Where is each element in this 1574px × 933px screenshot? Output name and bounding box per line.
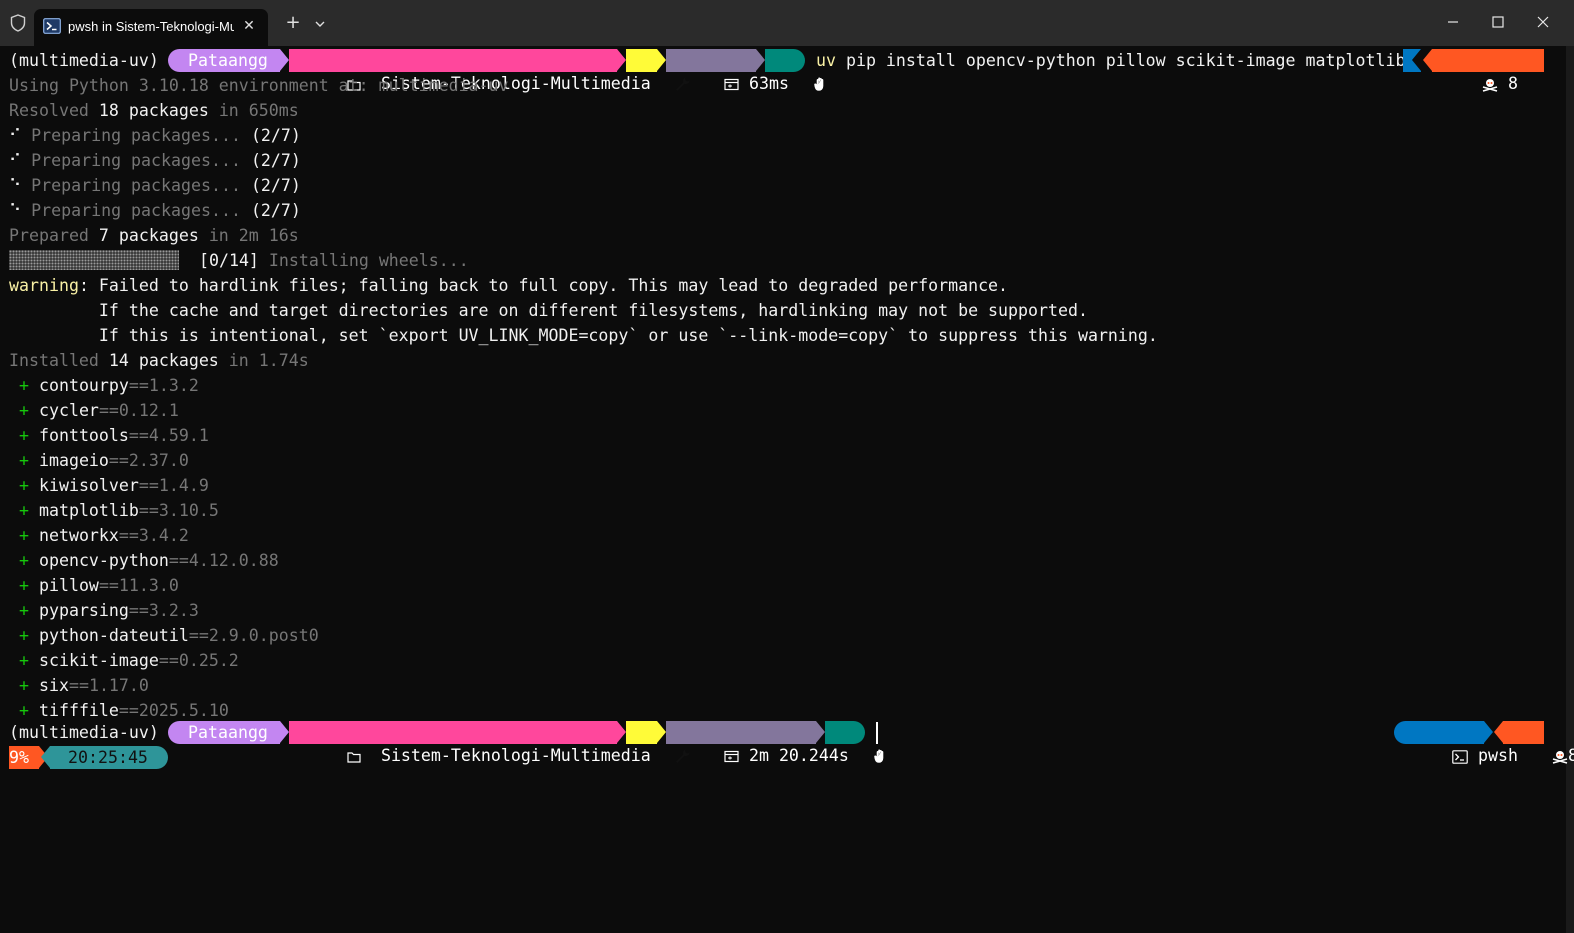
- duration-segment: 2m 20.244s: [666, 721, 849, 765]
- command-args: pip install opencv-python pillow scikit-…: [835, 51, 1406, 70]
- command-line[interactable]: uv pip install opencv-python pillow scik…: [816, 48, 1405, 73]
- skull-icon: [1482, 74, 1498, 93]
- minimize-icon[interactable]: [1439, 10, 1467, 34]
- folder-label: Sistem-Teknologi-Multimedia: [380, 746, 651, 765]
- package-row: + cycler==0.12.1: [9, 401, 179, 420]
- package-row: + matplotlib==3.10.5: [9, 501, 219, 520]
- right-prompt-2: pwsh 8: [1394, 720, 1574, 765]
- error-count: 8: [1507, 74, 1518, 93]
- hand-icon: [814, 74, 828, 93]
- timer-icon: [724, 746, 739, 765]
- spinner-icon: ⠑: [9, 176, 22, 195]
- folder-segment: Sistem-Teknologi-Multimedia: [289, 721, 651, 765]
- warning-label: warning: [9, 276, 79, 295]
- new-tab-button[interactable]: +: [283, 13, 303, 33]
- progress-bar: [9, 250, 179, 270]
- skull-icon: [1552, 746, 1568, 765]
- error-count: 8: [1567, 746, 1574, 765]
- spinner-icon: ⠊: [9, 151, 22, 170]
- time-segment: 20:25:45: [50, 746, 168, 769]
- tab-pwsh[interactable]: pwsh in Sistem-Teknologi-Mu ✕: [34, 9, 268, 46]
- installed-line: Installed 14 packages in 1.74s: [9, 351, 309, 370]
- using-python-line: Using Python 3.10.18 environment at: mul…: [9, 76, 509, 95]
- package-row: + six==1.17.0: [9, 676, 149, 695]
- status-segment: [825, 721, 884, 763]
- battery-segment: 9%: [9, 746, 39, 769]
- user-segment: Pataangg: [168, 49, 280, 72]
- package-row: + opencv-python==4.12.0.88: [9, 551, 279, 570]
- package-row: + python-dateutil==2.9.0.post0: [9, 626, 319, 645]
- shield-icon[interactable]: [8, 13, 28, 33]
- text-cursor: [876, 722, 878, 744]
- package-row: + scikit-image==0.25.2: [9, 651, 239, 670]
- error-segment: 8: [1432, 49, 1544, 93]
- package-row: + fonttools==4.59.1: [9, 426, 209, 445]
- prompt-powerline: Pataangg Sistem-Teknologi-Multimedia 2m …: [168, 720, 884, 765]
- folder-icon: [347, 746, 361, 765]
- scrollbar[interactable]: [1566, 46, 1574, 933]
- title-bar: pwsh in Sistem-Teknologi-Mu ✕ +: [0, 0, 1574, 46]
- warning-line: warning: Failed to hardlink files; falli…: [9, 276, 1009, 295]
- maximize-icon[interactable]: [1484, 10, 1512, 34]
- installing-wheels-line: [0/14] Installing wheels...: [9, 248, 469, 273]
- duration-segment: 63ms: [666, 49, 789, 93]
- git-segment: [626, 49, 690, 91]
- spinner-icon: ⠑: [9, 201, 22, 220]
- tab-title: pwsh in Sistem-Teknologi-Mu: [68, 19, 234, 34]
- hand-icon: [874, 746, 888, 765]
- preparing-line: ⠑ Preparing packages... (2/7): [9, 201, 301, 220]
- status-segment: [765, 49, 824, 91]
- command-tool: uv: [816, 51, 836, 70]
- preparing-line: ⠑ Preparing packages... (2/7): [9, 176, 301, 195]
- warning-line-2: If the cache and target directories are …: [9, 301, 1088, 320]
- package-row: + contourpy==1.3.2: [9, 376, 199, 395]
- package-row: + imageio==2.37.0: [9, 451, 189, 470]
- timer-icon: [724, 74, 739, 93]
- warning-line-3: If this is intentional, set `export UV_L…: [9, 326, 1158, 345]
- folder-segment: Sistem-Teknologi-Multimedia: [289, 49, 651, 93]
- venv-label: (multimedia-uv): [9, 51, 159, 70]
- error-segment: 8: [1503, 721, 1574, 765]
- right-prompt-2-wrap: 9% 20:25:45: [9, 745, 169, 770]
- powershell-icon: [43, 18, 61, 34]
- right-prompt-1: 8: [1403, 48, 1544, 93]
- package-row: + networkx==3.4.2: [9, 526, 189, 545]
- shell-segment: pwsh: [1394, 721, 1518, 765]
- close-icon[interactable]: ✕: [240, 17, 258, 35]
- spinner-icon: ⠊: [9, 126, 22, 145]
- user-segment: Pataangg: [168, 721, 280, 744]
- git-segment: [626, 721, 690, 763]
- prepared-line: Prepared 7 packages in 2m 16s: [9, 226, 299, 245]
- terminal-icon: [1452, 746, 1468, 765]
- wheels-count: [0/14]: [198, 251, 259, 270]
- prompt-powerline: Pataangg Sistem-Teknologi-Multimedia 63m…: [168, 48, 824, 93]
- resolved-line: Resolved 18 packages in 650ms: [9, 101, 299, 120]
- package-row: + kiwisolver==1.4.9: [9, 476, 209, 495]
- close-window-icon[interactable]: [1529, 10, 1557, 34]
- venv-label: (multimedia-uv): [9, 723, 159, 742]
- preparing-line: ⠊ Preparing packages... (2/7): [9, 151, 301, 170]
- preparing-line: ⠊ Preparing packages... (2/7): [9, 126, 301, 145]
- package-row: + pyparsing==3.2.3: [9, 601, 199, 620]
- package-row: + pillow==11.3.0: [9, 576, 179, 595]
- chevron-down-icon[interactable]: [313, 16, 327, 30]
